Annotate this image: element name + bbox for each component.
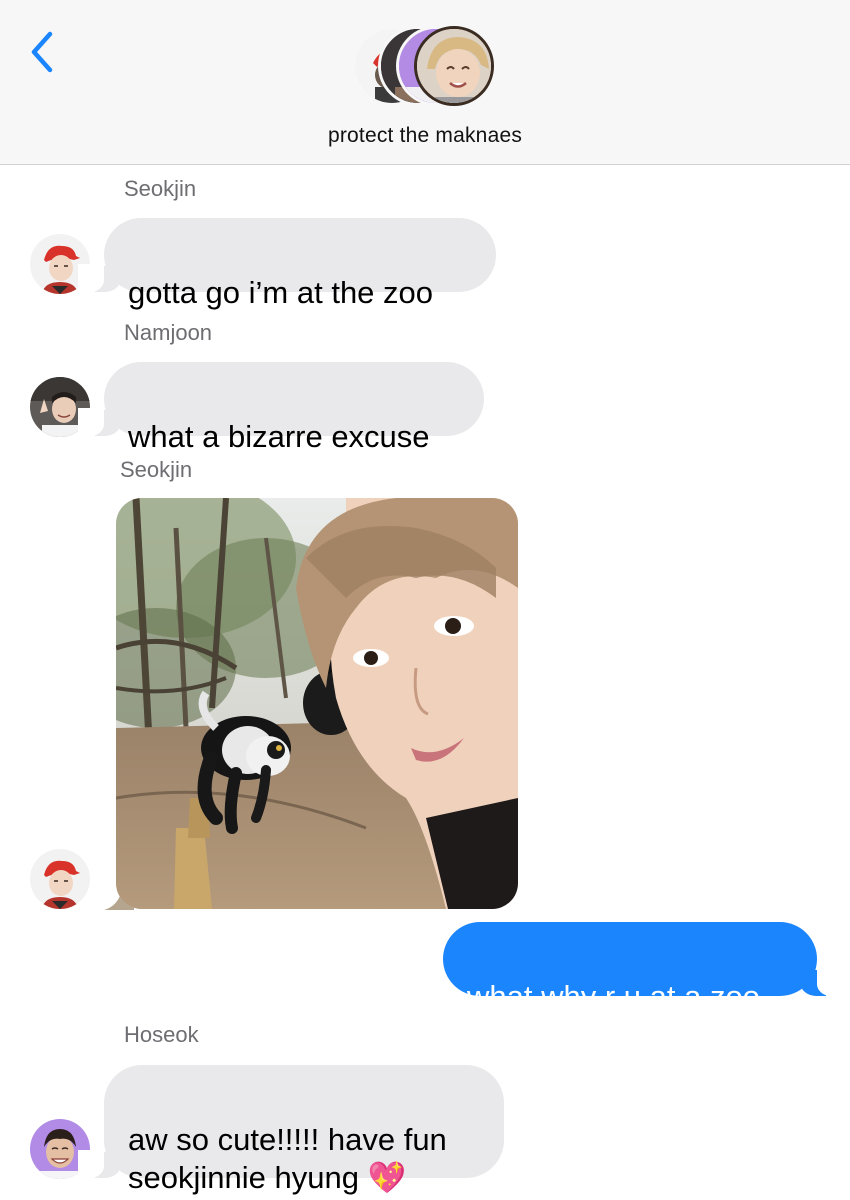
message-bubble[interactable]: aw so cute!!!!! have fun seokjinnie hyun… <box>78 1065 504 1195</box>
photo-message[interactable] <box>116 498 518 909</box>
message-text: gotta go i’m at the zoo <box>128 275 434 310</box>
sender-name: Seokjin <box>124 176 197 201</box>
message-bubble-outgoing[interactable]: what why r u at a zoo <box>443 922 843 1014</box>
sender-name: Hoseok <box>124 1022 199 1047</box>
message-text: what why r u at a zoo <box>467 979 760 1014</box>
chevron-left-icon <box>31 31 53 73</box>
sender-name: Namjoon <box>124 320 213 345</box>
sender-name: Seokjin <box>120 457 193 482</box>
seokjin-avatar[interactable] <box>30 849 90 909</box>
conversation-header: protect the maknaes <box>0 0 850 165</box>
lemur-selfie-image <box>116 498 518 909</box>
back-button[interactable] <box>26 28 60 76</box>
conversation-title[interactable]: protect the maknaes <box>0 124 850 148</box>
message-text: what a bizarre excuse <box>128 419 430 454</box>
group-avatar-stack[interactable] <box>352 26 502 112</box>
group-member-avatar <box>414 26 494 106</box>
message-bubble[interactable]: what a bizarre excuse <box>78 362 484 454</box>
message-text: aw so cute!!!!! have fun seokjinnie hyun… <box>128 1122 447 1195</box>
message-bubble[interactable]: gotta go i’m at the zoo <box>78 218 496 310</box>
